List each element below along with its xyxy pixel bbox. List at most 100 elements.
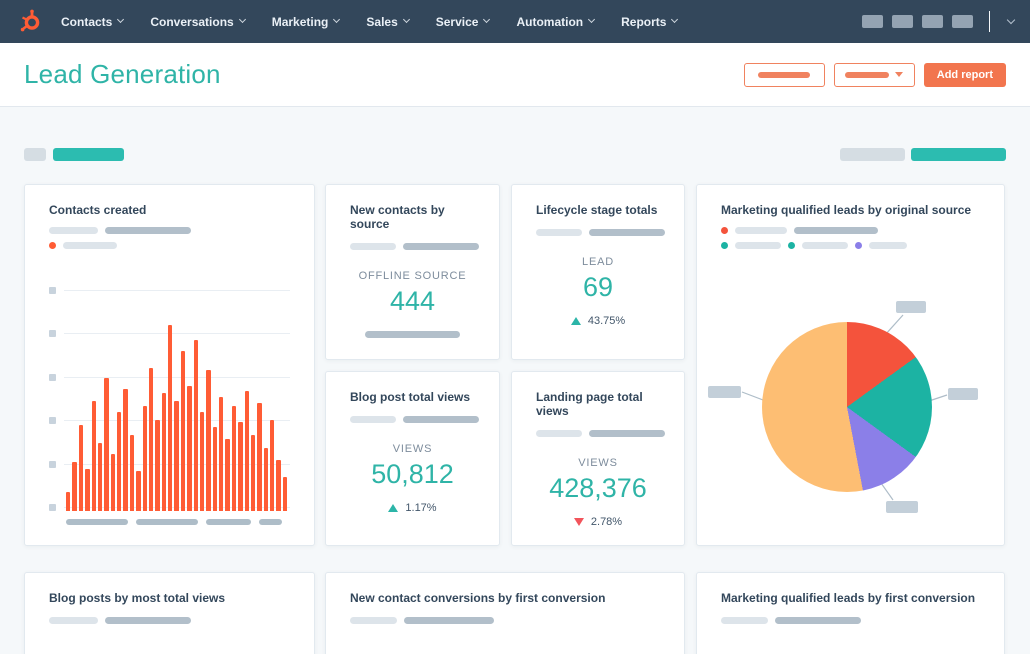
legend-dot	[721, 227, 728, 234]
bar[interactable]	[282, 477, 288, 511]
bar[interactable]	[168, 325, 173, 511]
trend-up-icon	[570, 317, 581, 325]
nav-utility-icon[interactable]	[862, 15, 883, 28]
nav-menu: Contacts Conversations Marketing Sales S…	[61, 14, 679, 29]
bar[interactable]	[238, 422, 243, 511]
redacted-axis-label	[136, 519, 198, 525]
add-report-button[interactable]: Add report	[923, 62, 1006, 87]
chevron-down-icon	[895, 72, 904, 77]
card-title: Blog post total views	[350, 390, 471, 404]
pie-chart-area	[697, 249, 1004, 545]
bar[interactable]	[129, 435, 135, 511]
filter-row	[24, 148, 1006, 161]
bar[interactable]	[187, 386, 192, 511]
redacted-pie-label	[896, 301, 926, 313]
dashboard-page: Contacts Conversations Marketing Sales S…	[0, 0, 1030, 654]
bar[interactable]	[231, 406, 237, 511]
bar[interactable]	[110, 454, 115, 511]
bar[interactable]	[276, 460, 281, 511]
legend-dot	[855, 242, 862, 249]
nav-item-marketing[interactable]: Marketing	[272, 15, 341, 29]
bar[interactable]	[193, 340, 198, 511]
filter-pill[interactable]	[53, 148, 124, 161]
nav-utility-icon[interactable]	[892, 15, 913, 28]
bar[interactable]	[148, 368, 154, 511]
bar[interactable]	[212, 427, 217, 511]
nav-item-automation[interactable]: Automation	[516, 15, 596, 29]
nav-item-contacts[interactable]: Contacts	[61, 15, 125, 29]
bar[interactable]	[199, 412, 205, 511]
redacted-label	[404, 617, 494, 624]
nav-item-sales[interactable]: Sales	[366, 15, 410, 29]
account-chevron-down-icon[interactable]	[1006, 15, 1016, 24]
redacted-button-label	[758, 71, 811, 78]
metric-change: 2.78%	[536, 516, 660, 528]
bar[interactable]	[225, 439, 230, 511]
bar[interactable]	[85, 469, 90, 511]
bar[interactable]	[78, 425, 84, 511]
card-blog-posts-by-most-total-views: Blog posts by most total views	[24, 572, 315, 654]
bar-chart-bars[interactable]	[66, 287, 288, 511]
redacted-label	[735, 242, 781, 249]
trend-down-icon	[573, 518, 584, 526]
redacted-tick	[49, 503, 56, 511]
legend-row	[49, 227, 290, 234]
bar[interactable]	[244, 391, 249, 511]
redacted-axis-label	[66, 519, 128, 525]
bar[interactable]	[250, 435, 256, 511]
bar[interactable]	[270, 420, 275, 511]
bar[interactable]	[136, 471, 141, 511]
hubspot-logo[interactable]	[16, 8, 43, 35]
bar[interactable]	[155, 420, 160, 511]
filter-pill[interactable]	[840, 148, 905, 161]
nav-utility-icon[interactable]	[952, 15, 973, 28]
redacted-label	[350, 416, 396, 423]
filter-pill[interactable]	[911, 148, 1006, 161]
nav-item-conversations[interactable]: Conversations	[150, 14, 246, 29]
nav-label: Conversations	[150, 14, 234, 29]
bar[interactable]	[206, 370, 211, 511]
card-title: New contact conversions by first convers…	[350, 591, 606, 605]
bar[interactable]	[123, 389, 128, 511]
bar[interactable]	[117, 412, 122, 511]
pie-chart[interactable]	[762, 322, 932, 492]
redacted-label	[589, 430, 665, 437]
bar-chart	[49, 287, 290, 531]
bar[interactable]	[104, 378, 109, 511]
nav-item-reports[interactable]: Reports	[621, 15, 679, 29]
redacted-label	[105, 617, 191, 624]
metric-label: LEAD	[582, 256, 614, 268]
bar[interactable]	[161, 393, 166, 511]
bar[interactable]	[91, 401, 96, 511]
redacted-label	[735, 227, 787, 234]
x-axis-labels	[66, 519, 287, 525]
bar[interactable]	[257, 403, 262, 511]
dashboard-actions-button[interactable]	[833, 62, 915, 87]
filter-pill[interactable]	[24, 148, 46, 161]
bar[interactable]	[180, 351, 186, 511]
bar[interactable]	[66, 492, 71, 511]
bar[interactable]	[97, 443, 103, 511]
nav-utility-icon[interactable]	[922, 15, 943, 28]
metric-label: VIEWS	[392, 443, 433, 455]
chart-legend	[721, 227, 980, 249]
redacted-label	[403, 243, 479, 250]
metric-value: 69	[582, 272, 614, 302]
bar[interactable]	[263, 448, 268, 511]
bar[interactable]	[72, 462, 77, 511]
card-mql-by-original-source: Marketing qualified leads by original so…	[696, 184, 1005, 546]
nav-item-service[interactable]: Service	[436, 15, 491, 29]
nav-divider	[989, 11, 990, 32]
page-title: Lead Generation	[24, 59, 221, 89]
legend-row	[49, 242, 290, 249]
dashboard-filter-button[interactable]	[743, 62, 825, 87]
card-blog-post-total-views: Blog post total views VIEWS 50,812 1.17%	[325, 371, 500, 546]
bar[interactable]	[219, 397, 224, 511]
filter-group-right	[840, 148, 1006, 161]
bar[interactable]	[174, 401, 179, 511]
card-title: Landing page total views	[536, 390, 643, 418]
bar[interactable]	[142, 406, 147, 511]
chevron-down-icon	[483, 15, 491, 24]
nav-utilities	[862, 11, 1016, 32]
redacted-label	[49, 617, 98, 624]
